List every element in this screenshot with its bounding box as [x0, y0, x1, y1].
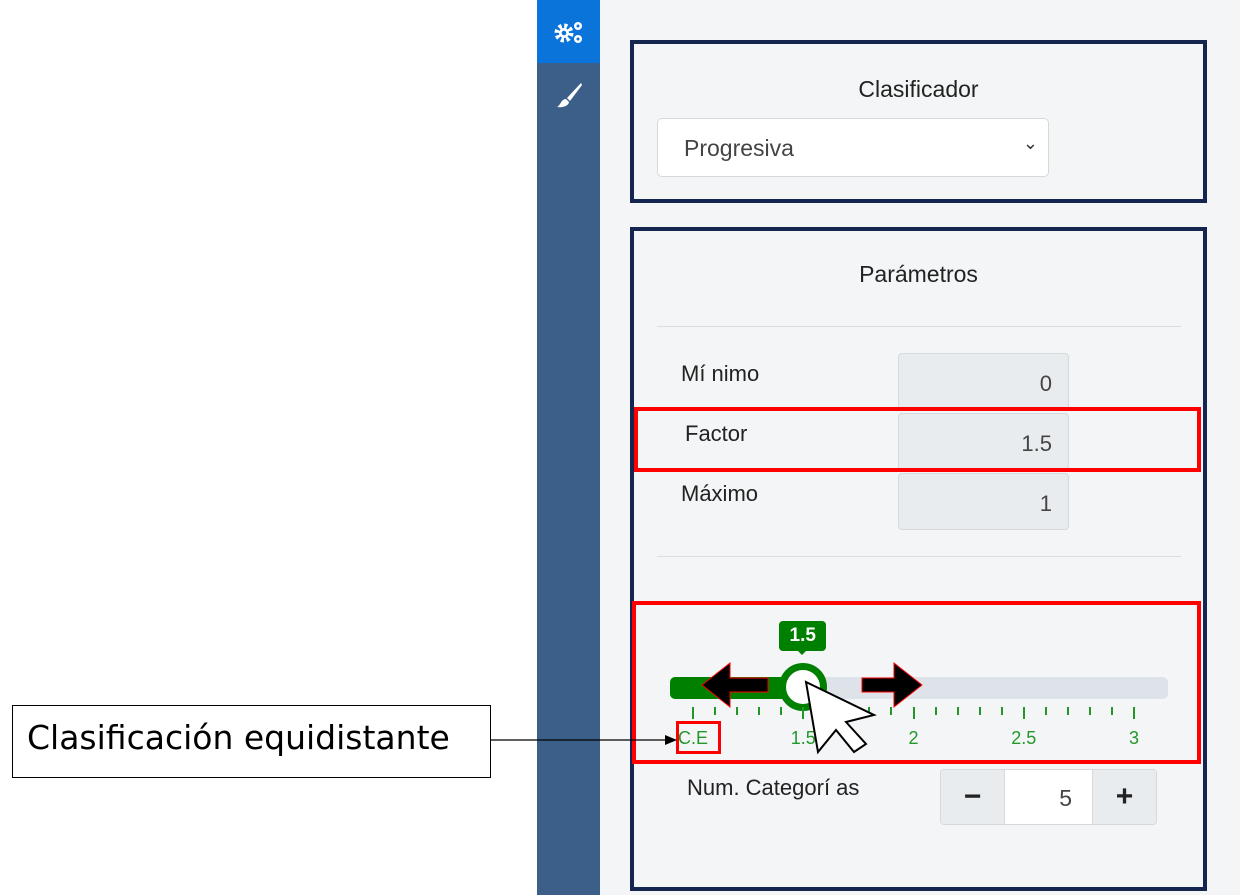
- ce-highlight: [676, 721, 721, 754]
- annotation-callout: Clasificación equidistante: [12, 705, 491, 778]
- factor-highlight: [634, 407, 1201, 472]
- minimum-label: Mí nimo: [681, 361, 760, 386]
- gears-icon: [554, 21, 582, 43]
- sidebar-tab-style[interactable]: [537, 63, 600, 126]
- paintbrush-icon: [556, 82, 582, 107]
- chevron-down-icon: ⌄: [1022, 133, 1038, 153]
- classifier-selected-value: Progresiva: [684, 135, 794, 161]
- classifier-title: Clasificador: [858, 76, 979, 102]
- increment-button[interactable]: +: [1093, 770, 1156, 824]
- classifier-select[interactable]: Progresiva ⌄: [657, 118, 1049, 177]
- parameters-title: Parámetros: [859, 261, 978, 287]
- sidebar-tab-classifier[interactable]: [537, 0, 600, 63]
- divider: [657, 556, 1181, 557]
- divider: [657, 326, 1181, 327]
- categories-stepper[interactable]: − 5 +: [940, 769, 1157, 825]
- categories-input[interactable]: 5: [1004, 770, 1093, 824]
- maximum-input[interactable]: 1: [898, 473, 1069, 530]
- annotation-arrow-icon: [491, 735, 677, 745]
- categories-label: Num. Categorí as: [687, 775, 860, 800]
- decrement-button[interactable]: −: [941, 770, 1004, 824]
- sidebar: [537, 0, 600, 895]
- maximum-label: Máximo: [681, 481, 759, 506]
- minimum-input[interactable]: 0: [898, 353, 1069, 410]
